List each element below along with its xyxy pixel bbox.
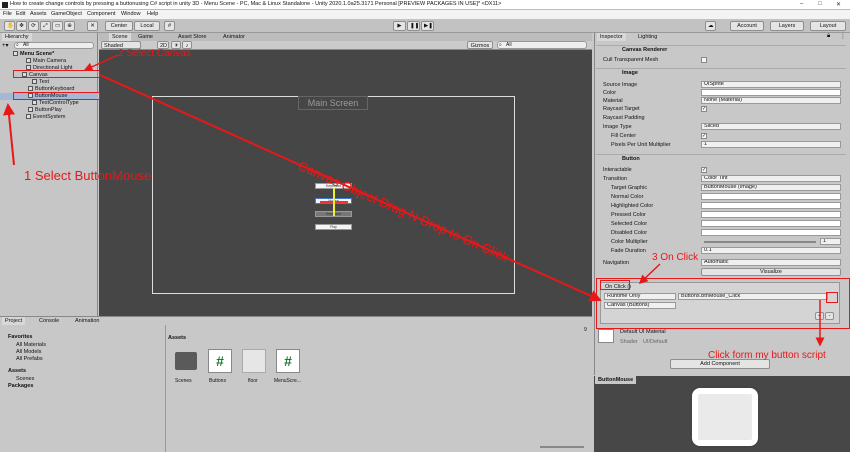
arrow-select-canvas <box>83 54 119 71</box>
highlight-function-dropdown <box>826 292 838 303</box>
annotation-on-click: 3 On Click <box>652 252 699 263</box>
highlight-buttonmouse <box>13 92 100 100</box>
annotation-select-canvas: 2 Select Canvas <box>118 48 191 59</box>
highlight-onclick-region <box>596 278 850 329</box>
annotation-select-buttonmouse: 1 Select ButtonMouse <box>24 168 152 183</box>
arrow-select-buttonmouse <box>3 103 15 166</box>
annotation-click-script: Click form my button script <box>708 350 826 361</box>
highlight-canvas <box>13 70 100 78</box>
